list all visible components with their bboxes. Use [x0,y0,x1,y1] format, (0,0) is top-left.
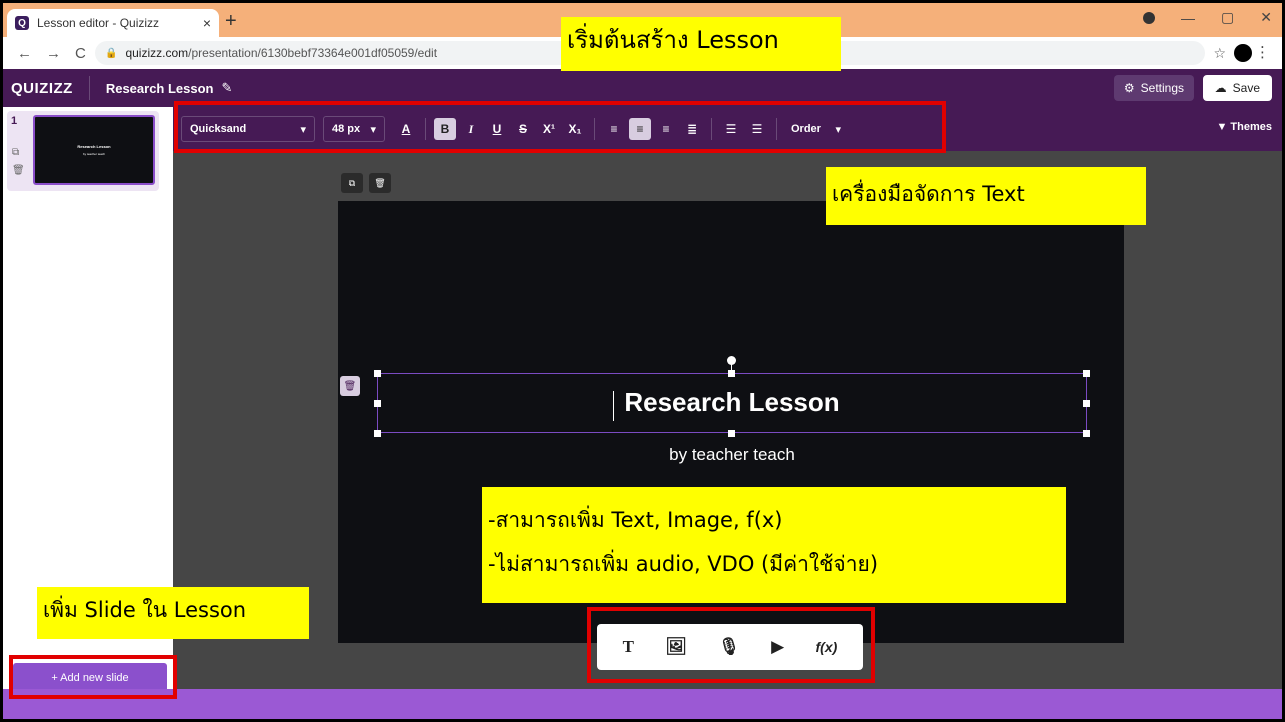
settings-button[interactable]: ⚙ Settings [1113,75,1194,101]
annotation-add-slide: เพิ่ม Slide ใน Lesson [37,587,309,639]
themes-label: Themes [1230,121,1272,133]
annotation-insert-note: -สามารถเพิ่ม Text, Image, f(x) -ไม่สามาร… [482,487,1066,603]
profile-avatar[interactable] [1234,44,1252,62]
save-button[interactable]: ☁ Save [1202,75,1272,101]
slide-title[interactable]: Research Lesson [377,387,1087,418]
lesson-title[interactable]: Research Lesson [106,81,214,96]
delete-element-icon[interactable]: 🗑 [340,376,360,396]
rotate-handle[interactable] [727,356,736,365]
resize-handle[interactable] [728,370,735,377]
screen: { "browser": { "tab_title": "Lesson edit… [0,0,1285,722]
resize-handle[interactable] [1083,370,1090,377]
resize-handle[interactable] [374,370,381,377]
insert-highlight-box [587,607,875,683]
bottom-strip [3,689,1282,719]
url-path: /presentation/6130bebf73364e001df05059/e… [188,46,438,60]
close-window-icon[interactable]: ✕ [1260,9,1272,26]
menu-kebab-icon[interactable]: ⋮ [1255,43,1270,61]
lock-icon: 🔒 [105,47,118,59]
new-tab-button[interactable]: + [225,9,237,33]
annotation-cannot-add: -ไม่สามารถเพิ่ม audio, VDO (มีค่าใช้จ่าย… [488,552,879,576]
duplicate-slide-icon[interactable]: ⧉ [12,147,19,158]
paint-icon: ▼ [1216,121,1228,133]
slide-list-item[interactable]: 1 ⧉ 🗑 Research Lesson by teacher teach [7,111,159,191]
header-divider [88,76,90,100]
annotation-can-add: -สามารถเพิ่ม Text, Image, f(x) [488,508,783,532]
resize-handle[interactable] [728,430,735,437]
annotation-text-tools: เครื่องมือจัดการ Text [826,167,1146,225]
tab-title: Lesson editor - Quizizz [37,16,160,30]
trash-icon[interactable]: 🗑 [369,173,391,193]
annotation-start: เริ่มต้นสร้าง Lesson [561,17,841,71]
text-caret [613,391,614,421]
slide-actions: ⧉ 🗑 [341,173,391,193]
forward-icon[interactable]: → [46,45,61,62]
add-slide-highlight-box [9,655,177,699]
close-tab-icon[interactable]: × [203,15,211,31]
cloud-icon: ☁ [1214,81,1227,95]
resize-handle[interactable] [1083,430,1090,437]
reload-icon[interactable]: C [75,45,86,62]
duplicate-icon[interactable]: ⧉ [341,173,363,193]
window-controls: — ▢ ✕ [1143,9,1272,26]
toolbar-highlight-box [174,101,946,153]
back-icon[interactable]: ← [17,45,32,62]
bookmark-star-icon[interactable]: ☆ [1213,45,1226,62]
thumbnail-title: Research Lesson [77,144,111,149]
settings-label: Settings [1140,81,1184,95]
slide-number: 1 [11,115,18,127]
slide-thumbnail[interactable]: Research Lesson by teacher teach [33,115,155,185]
slide-subtitle[interactable]: by teacher teach [377,445,1087,465]
minimize-icon[interactable]: — [1181,10,1195,26]
save-label: Save [1232,81,1260,95]
resize-handle[interactable] [374,430,381,437]
themes-button[interactable]: ▼ Themes [1216,121,1272,133]
maximize-icon[interactable]: ▢ [1221,9,1234,26]
url-host: quizizz.com [125,46,189,60]
quizizz-favicon-icon: Q [15,16,29,30]
delete-slide-icon[interactable]: 🗑 [12,165,25,176]
browser-tab[interactable]: Q Lesson editor - Quizizz × [7,9,219,37]
edit-title-pencil-icon[interactable]: ✎ [222,80,233,96]
thumbnail-subtitle: by teacher teach [82,152,106,156]
quizizz-logo[interactable]: QUIZIZZ [11,80,73,97]
gear-icon: ⚙ [1123,81,1135,95]
record-icon[interactable] [1143,11,1156,24]
